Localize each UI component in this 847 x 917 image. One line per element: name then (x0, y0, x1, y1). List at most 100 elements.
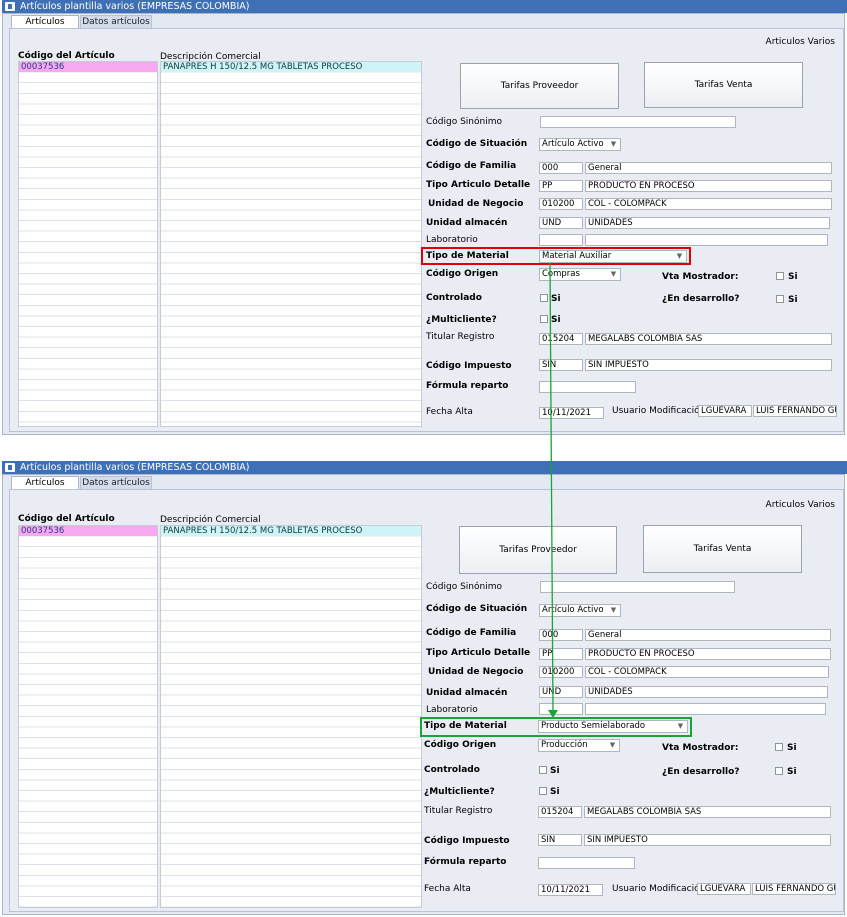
vta-mostrador-label: Vta Mostrador: (662, 272, 739, 282)
formula-reparto-input[interactable] (538, 857, 635, 869)
usuario-name-input[interactable]: LUIS FERNANDO GU (753, 405, 837, 417)
vta-mostrador-checkbox[interactable] (776, 272, 784, 280)
multicliente-si-label: Si (551, 315, 561, 325)
laboratorio-name-input[interactable] (585, 234, 828, 246)
codigo-familia-label: Código de Familia (426, 628, 517, 638)
controlado-checkbox[interactable] (540, 294, 548, 302)
codigo-origen-label: Código Origen (426, 269, 499, 279)
codigo-impuesto-label: Código Impuesto (424, 836, 510, 846)
titular-code-input[interactable]: 015204 (538, 806, 582, 818)
titular-name-input[interactable]: MEGALABS COLOMBIA SAS (584, 806, 831, 818)
window-titlebar: Artículos plantilla varios (EMPRESAS COL… (2, 461, 847, 474)
en-desarrollo-si-label: Si (787, 767, 797, 777)
vta-mostrador-si-label: Si (787, 743, 797, 753)
en-desarrollo-label: ¿En desarrollo? (662, 294, 740, 304)
familia-name-input[interactable]: General (585, 629, 831, 641)
laboratorio-code-input[interactable] (539, 234, 583, 246)
grid-desc-column[interactable] (160, 525, 422, 908)
en-desarrollo-checkbox[interactable] (776, 295, 784, 303)
formula-reparto-input[interactable] (539, 381, 636, 393)
tarifas-venta-button[interactable]: Tarifas Venta (643, 525, 802, 573)
vta-mostrador-si-label: Si (788, 272, 798, 282)
codigo-origen-value: Compras (542, 269, 580, 279)
header-right-label: Articulos Varios (765, 500, 835, 510)
tipo-articulo-name-input[interactable]: PRODUCTO EN PROCESO (585, 648, 831, 660)
header-right-label: Articulos Varios (765, 37, 835, 47)
en-desarrollo-checkbox[interactable] (775, 767, 783, 775)
familia-code-input[interactable]: 000 (539, 629, 583, 641)
unidad-negocio-name-input[interactable]: COL - COLOMPACK (585, 198, 832, 210)
panel-before: Artículos plantilla varios (EMPRESAS COL… (0, 0, 847, 437)
codigo-sinonimo-input[interactable] (540, 581, 735, 593)
laboratorio-name-input[interactable] (585, 703, 826, 715)
codigo-origen-select[interactable]: Producción ▼ (538, 739, 620, 752)
impuesto-name-input[interactable]: SIN IMPUESTO (585, 359, 832, 371)
multicliente-checkbox[interactable] (539, 787, 547, 795)
en-desarrollo-label: ¿En desarrollo? (662, 767, 740, 777)
unidad-almacen-code-input[interactable]: UND (539, 686, 583, 698)
codigo-origen-label: Código Origen (424, 740, 497, 750)
codigo-origen-select[interactable]: Compras ▼ (539, 268, 621, 281)
unidad-negocio-name-input[interactable]: COL - COLOMPACK (585, 666, 829, 678)
titular-code-input[interactable]: 015204 (539, 333, 583, 345)
window-frame: Artículos Datos artículos Articulos Vari… (2, 13, 845, 435)
codigo-origen-value: Producción (541, 740, 588, 750)
laboratorio-label: Laboratorio (426, 235, 478, 245)
usuario-code-input[interactable]: LGUEVARA (697, 883, 751, 895)
unidad-negocio-code-input[interactable]: 010200 (539, 198, 583, 210)
impuesto-code-input[interactable]: SIN (538, 834, 582, 846)
codigo-situacion-label: Código de Situación (426, 139, 528, 149)
codigo-situacion-label: Código de Situación (426, 604, 528, 614)
usuario-name-input[interactable]: LUIS FERNANDO GU (752, 883, 836, 895)
window-frame: Artículos Datos artículos Articulos Vari… (2, 474, 845, 915)
grid-code-column[interactable] (18, 61, 158, 427)
tab-datos-articulos[interactable]: Datos artículos (80, 15, 152, 28)
controlado-si-label: Si (550, 766, 560, 776)
laboratorio-code-input[interactable] (539, 703, 583, 715)
impuesto-name-input[interactable]: SIN IMPUESTO (584, 834, 831, 846)
unidad-almacen-code-input[interactable]: UND (539, 217, 583, 229)
grid-desc-column[interactable] (160, 61, 422, 427)
tarifas-proveedor-button[interactable]: Tarifas Proveedor (460, 63, 619, 109)
grid-code-column[interactable] (18, 525, 158, 908)
unidad-almacen-name-input[interactable]: UNIDADES (585, 686, 828, 698)
multicliente-checkbox[interactable] (540, 315, 548, 323)
chevron-down-icon: ▼ (609, 741, 616, 749)
tab-articulos[interactable]: Artículos (11, 15, 79, 28)
familia-name-input[interactable]: General (585, 162, 832, 174)
unidad-almacen-name-input[interactable]: UNIDADES (585, 217, 830, 229)
situacion-select[interactable]: Artículo Activo ▼ (539, 604, 621, 617)
codigo-sinonimo-input[interactable] (540, 116, 736, 128)
tarifas-proveedor-button[interactable]: Tarifas Proveedor (459, 526, 617, 574)
tipo-articulo-code-input[interactable]: PP (539, 648, 583, 660)
tipo-articulo-code-input[interactable]: PP (539, 180, 583, 192)
vta-mostrador-checkbox[interactable] (775, 743, 783, 751)
selected-desc-cell[interactable]: PANAPRES H 150/12.5 MG TABLETAS PROCESO (161, 526, 421, 536)
controlado-checkbox[interactable] (539, 766, 547, 774)
chevron-down-icon: ▼ (677, 722, 684, 730)
selected-code-cell[interactable]: 00037536 (19, 62, 157, 72)
tipo-material-select[interactable]: Material Auxiliar ▼ (539, 250, 687, 263)
tipo-articulo-label: Tipo Articulo Detalle (426, 648, 531, 658)
selected-code-cell[interactable]: 00037536 (19, 526, 157, 536)
tipo-articulo-name-input[interactable]: PRODUCTO EN PROCESO (585, 180, 832, 192)
familia-code-input[interactable]: 000 (539, 162, 583, 174)
tarifas-venta-button[interactable]: Tarifas Venta (644, 62, 803, 108)
tab-datos-articulos[interactable]: Datos artículos (80, 476, 152, 489)
impuesto-code-input[interactable]: SIN (539, 359, 583, 371)
selected-desc-cell[interactable]: PANAPRES H 150/12.5 MG TABLETAS PROCESO (161, 62, 421, 72)
controlado-label: Controlado (426, 293, 482, 303)
grid-header-code: Código del Artículo (18, 514, 115, 524)
chevron-down-icon: ▼ (610, 606, 617, 614)
fecha-alta-input[interactable]: 10/11/2021 (538, 884, 603, 896)
tab-articulos[interactable]: Artículos (11, 476, 79, 489)
unidad-negocio-code-input[interactable]: 010200 (539, 666, 583, 678)
grid-header-code: Código del Artículo (18, 51, 115, 61)
titular-name-input[interactable]: MEGALABS COLOMBIA SAS (585, 333, 832, 345)
fecha-alta-input[interactable]: 10/11/2021 (539, 407, 604, 419)
tipo-material-select[interactable]: Producto Semielaborado ▼ (538, 720, 688, 733)
vta-mostrador-label: Vta Mostrador: (662, 743, 739, 753)
usuario-code-input[interactable]: LGUEVARA (698, 405, 752, 417)
situacion-select[interactable]: Artículo Activo ▼ (539, 138, 621, 151)
situacion-value: Artículo Activo (542, 139, 604, 149)
